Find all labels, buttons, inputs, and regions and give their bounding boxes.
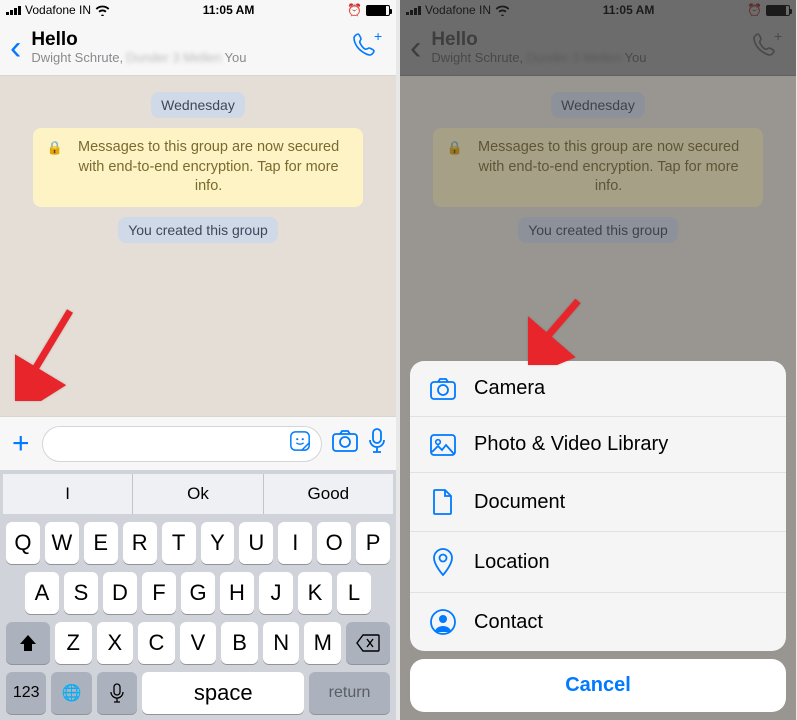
key-z[interactable]: Z — [55, 622, 92, 664]
key-u[interactable]: U — [239, 522, 273, 564]
wifi-icon — [95, 5, 110, 16]
sticker-icon[interactable] — [289, 430, 311, 457]
camera-icon — [430, 378, 456, 400]
key-o[interactable]: O — [317, 522, 351, 564]
keyboard: I Ok Good Q W E R T Y U I O P A S D F G … — [0, 470, 396, 720]
created-pill: You created this group — [118, 217, 278, 243]
chat-title-block[interactable]: Hello Dwight Schrute, Dunder 3 Mellen Yo… — [31, 29, 348, 66]
sheet-item-label: Document — [474, 491, 565, 514]
carrier-label: Vodafone IN — [25, 3, 91, 17]
photo-icon — [430, 434, 456, 456]
key-row-2: A S D F G H J K L — [3, 572, 393, 614]
message-input-wrap[interactable] — [42, 426, 322, 462]
key-h[interactable]: H — [220, 572, 254, 614]
sheet-item-photo-library[interactable]: Photo & Video Library — [410, 417, 786, 473]
key-w[interactable]: W — [45, 522, 79, 564]
lock-icon: 🔒 — [47, 138, 63, 158]
key-e[interactable]: E — [84, 522, 118, 564]
sheet-item-label: Location — [474, 551, 550, 574]
signal-icon — [6, 5, 21, 15]
key-l[interactable]: L — [337, 572, 371, 614]
key-row-1: Q W E R T Y U I O P — [3, 522, 393, 564]
key-q[interactable]: Q — [6, 522, 40, 564]
key-p[interactable]: P — [356, 522, 390, 564]
call-button[interactable]: + — [348, 27, 386, 68]
battery-icon — [366, 5, 390, 16]
key-return[interactable]: return — [309, 672, 390, 714]
camera-button[interactable] — [332, 430, 358, 457]
key-f[interactable]: F — [142, 572, 176, 614]
key-emoji[interactable]: 🌐 — [51, 672, 91, 714]
chat-subtitle: Dwight Schrute, Dunder 3 Mellen You — [31, 51, 348, 66]
svg-text:+: + — [374, 31, 382, 44]
alarm-icon: ⏰ — [347, 3, 362, 17]
prediction-2[interactable]: Ok — [132, 474, 262, 514]
phone-left: Vodafone IN 11:05 AM ⏰ ‹ Hello Dwight Sc… — [0, 0, 396, 720]
key-dictate[interactable] — [97, 672, 137, 714]
key-space[interactable]: space — [142, 672, 304, 714]
sheet-item-camera[interactable]: Camera — [410, 361, 786, 417]
status-bar: Vodafone IN 11:05 AM ⏰ — [0, 0, 396, 20]
document-icon — [430, 489, 456, 515]
key-y[interactable]: Y — [201, 522, 235, 564]
key-n[interactable]: N — [263, 622, 300, 664]
chat-header: ‹ Hello Dwight Schrute, Dunder 3 Mellen … — [0, 20, 396, 76]
key-j[interactable]: J — [259, 572, 293, 614]
action-sheet: Camera Photo & Video Library Document Lo… — [410, 361, 786, 712]
date-pill: Wednesday — [151, 92, 245, 118]
message-input[interactable] — [53, 435, 283, 453]
key-a[interactable]: A — [25, 572, 59, 614]
status-time: 11:05 AM — [203, 3, 255, 17]
location-icon — [430, 548, 456, 576]
key-x[interactable]: X — [97, 622, 134, 664]
key-d[interactable]: D — [103, 572, 137, 614]
prediction-1[interactable]: I — [3, 474, 132, 514]
sheet-item-label: Contact — [474, 611, 543, 634]
key-c[interactable]: C — [138, 622, 175, 664]
sheet-item-location[interactable]: Location — [410, 532, 786, 593]
sheet-cancel-button[interactable]: Cancel — [410, 659, 786, 712]
key-b[interactable]: B — [221, 622, 258, 664]
key-row-3: Z X C V B N M — [3, 622, 393, 664]
action-sheet-list: Camera Photo & Video Library Document Lo… — [410, 361, 786, 651]
mic-button[interactable] — [368, 428, 386, 459]
contact-icon — [430, 609, 456, 635]
back-button[interactable]: ‹ — [10, 31, 31, 65]
key-s[interactable]: S — [64, 572, 98, 614]
key-k[interactable]: K — [298, 572, 332, 614]
key-shift[interactable] — [6, 622, 50, 664]
predictions-row: I Ok Good — [3, 474, 393, 514]
key-g[interactable]: G — [181, 572, 215, 614]
key-123[interactable]: 123 — [6, 672, 46, 714]
encryption-notice[interactable]: 🔒 Messages to this group are now secured… — [33, 128, 364, 207]
key-t[interactable]: T — [162, 522, 196, 564]
key-i[interactable]: I — [278, 522, 312, 564]
sheet-item-contact[interactable]: Contact — [410, 593, 786, 651]
key-backspace[interactable] — [346, 622, 390, 664]
key-m[interactable]: M — [304, 622, 341, 664]
phone-right: Vodafone IN 11:05 AM ⏰ ‹ Hello Dwight Sc… — [400, 0, 796, 720]
key-r[interactable]: R — [123, 522, 157, 564]
annotation-arrow-left — [15, 301, 85, 406]
chat-area[interactable]: Wednesday 🔒 Messages to this group are n… — [0, 76, 396, 416]
sheet-item-label: Photo & Video Library — [474, 433, 668, 456]
key-row-4: 123 🌐 space return — [3, 672, 393, 714]
sheet-item-label: Camera — [474, 377, 545, 400]
sheet-item-document[interactable]: Document — [410, 473, 786, 532]
prediction-3[interactable]: Good — [263, 474, 393, 514]
attach-button[interactable]: + — [10, 427, 32, 461]
input-bar: + — [0, 416, 396, 470]
key-v[interactable]: V — [180, 622, 217, 664]
chat-title: Hello — [31, 29, 348, 51]
